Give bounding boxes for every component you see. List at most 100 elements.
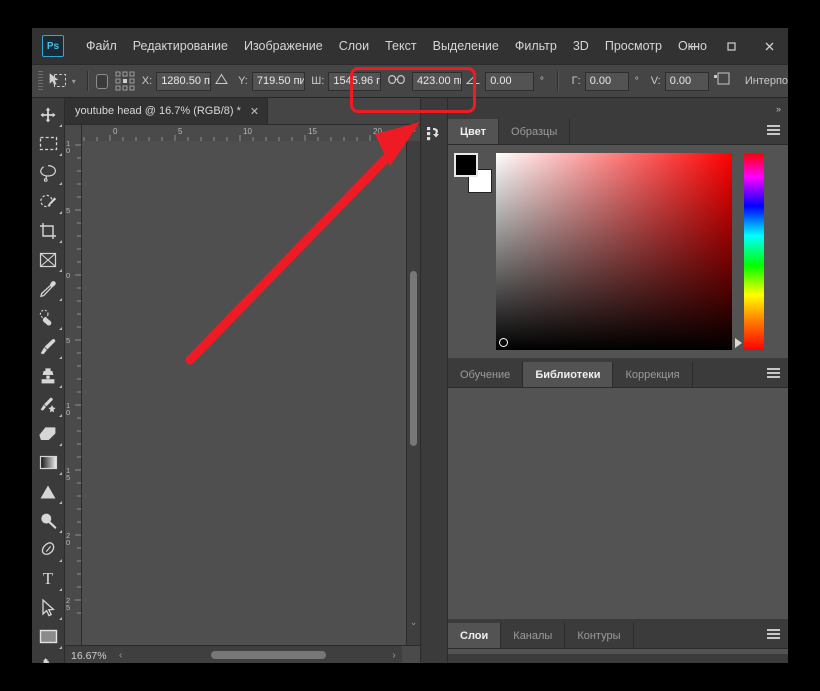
width-input[interactable]: 1545.96 г	[328, 71, 381, 91]
collapse-panels-icon[interactable]: »	[776, 104, 781, 114]
color-panel-menu-icon[interactable]	[767, 125, 780, 136]
tool-flyout-corner	[59, 443, 62, 446]
tool-flyout-corner	[59, 269, 62, 272]
layers-panel-body[interactable]	[448, 649, 788, 654]
photoshop-logo-icon: Ps	[42, 35, 64, 57]
tool-spot-healing-brush[interactable]	[32, 303, 64, 332]
history-states-button[interactable]	[421, 98, 447, 142]
angle-icon[interactable]	[465, 72, 481, 90]
tool-flyout-corner	[59, 124, 62, 127]
document-tab[interactable]: youtube head @ 16.7% (RGB/8) * ✕	[65, 98, 269, 124]
tool-move[interactable]	[32, 100, 64, 129]
menu-item-3d[interactable]: 3D	[565, 35, 597, 57]
window-controls	[674, 28, 788, 64]
auto-select-checkbox[interactable]	[95, 73, 108, 89]
delta-icon[interactable]	[215, 72, 228, 90]
tool-hand[interactable]	[32, 651, 64, 663]
tool-gradient[interactable]	[32, 448, 64, 477]
image-canvas[interactable]	[82, 141, 406, 645]
options-separator-2	[556, 71, 559, 91]
svg-text:15: 15	[308, 127, 317, 136]
tool-flyout-corner	[59, 327, 62, 330]
chevron-down-icon[interactable]: ⌄	[410, 615, 418, 629]
zoom-level-value[interactable]: 16.67%	[65, 650, 113, 662]
menu-item-filter[interactable]: Фильтр	[507, 35, 565, 57]
horizontal-ruler[interactable]: 0 5 10 15 20	[82, 125, 408, 142]
tool-rectangle[interactable]	[32, 622, 64, 651]
rotation-input[interactable]: 0.00	[485, 71, 534, 91]
chain-link-icon[interactable]	[388, 72, 405, 90]
tool-dodge[interactable]	[32, 506, 64, 535]
tool-pen[interactable]	[32, 535, 64, 564]
tab-swatches[interactable]: Образцы	[499, 119, 571, 144]
menu-item-layers[interactable]: Слои	[331, 35, 377, 57]
menu-item-image[interactable]: Изображение	[236, 35, 331, 57]
tool-eraser[interactable]	[32, 419, 64, 448]
ruler-origin-corner[interactable]	[65, 125, 82, 142]
layers-panel-menu-icon[interactable]	[767, 629, 780, 640]
foreground-color-swatch[interactable]	[454, 153, 478, 177]
reference-point-grid-icon[interactable]	[114, 70, 136, 92]
status-resize-grip[interactable]	[402, 646, 420, 663]
tool-frame[interactable]	[32, 245, 64, 274]
tool-quick-selection[interactable]	[32, 187, 64, 216]
tool-path-selection[interactable]	[32, 593, 64, 622]
canvas-status-bar: 16.67% ‹ ›	[65, 645, 420, 663]
hscroll-right-arrow-icon[interactable]: ›	[386, 650, 402, 661]
color-saturation-value-field[interactable]	[496, 153, 732, 350]
menu-bar: Ps Файл Редактирование Изображение Слои …	[32, 28, 788, 64]
svg-text:10: 10	[243, 127, 252, 136]
active-tool-icon[interactable]	[47, 70, 67, 92]
options-bar-grip[interactable]	[38, 71, 44, 91]
width-label: Ш:	[311, 75, 325, 87]
hue-slider-marker[interactable]	[735, 338, 742, 348]
warp-icon[interactable]	[713, 71, 731, 91]
tab-libraries[interactable]: Библиотеки	[523, 362, 614, 387]
tool-lasso[interactable]	[32, 158, 64, 187]
tool-flyout-corner	[59, 588, 62, 591]
svg-text:0: 0	[66, 408, 70, 417]
ruler-row: 0 5 10 15 20 ⌃	[65, 125, 420, 142]
tab-adjustments[interactable]: Коррекция	[613, 362, 693, 387]
skew-v-input[interactable]: 0.00	[664, 71, 709, 91]
height-input[interactable]: 423.00 пи	[411, 71, 463, 91]
tab-paths[interactable]: Контуры	[565, 623, 634, 648]
close-button[interactable]	[750, 28, 788, 64]
libraries-panel-menu-icon[interactable]	[767, 368, 780, 379]
hue-slider[interactable]	[735, 153, 764, 350]
menu-item-view[interactable]: Просмотр	[597, 35, 670, 57]
skew-h-input[interactable]: 0.00	[584, 71, 629, 91]
tool-eyedropper[interactable]	[32, 274, 64, 303]
hscroll-left-arrow-icon[interactable]: ‹	[113, 650, 129, 661]
tool-crop[interactable]	[32, 216, 64, 245]
canvas-vertical-scrollbar[interactable]: ⌄	[406, 141, 420, 645]
tab-color[interactable]: Цвет	[448, 119, 500, 144]
vertical-ruler[interactable]: 10 5 0 5 10 15 20 25	[65, 141, 82, 645]
tool-type[interactable]: T	[32, 564, 64, 593]
tab-layers[interactable]: Слои	[448, 623, 502, 648]
tab-learn[interactable]: Обучение	[448, 362, 524, 387]
y-input[interactable]: 719.50 пи	[251, 71, 306, 91]
libraries-panel: Обучение Библиотеки Коррекция	[448, 362, 788, 619]
horizontal-scroll-thumb[interactable]	[210, 651, 326, 659]
minimize-button[interactable]	[674, 28, 712, 64]
x-input[interactable]: 1280.50 пи	[156, 71, 212, 91]
menu-item-text[interactable]: Текст	[377, 35, 424, 57]
tool-blur[interactable]	[32, 477, 64, 506]
menu-item-select[interactable]: Выделение	[425, 35, 507, 57]
canvas-scroll-up-button[interactable]: ⌃	[407, 125, 420, 142]
tool-brush[interactable]	[32, 332, 64, 361]
canvas-horizontal-scrollbar[interactable]	[128, 646, 386, 663]
tool-rectangular-marquee[interactable]	[32, 129, 64, 158]
color-field-marker[interactable]	[499, 338, 508, 347]
tool-history-brush[interactable]	[32, 390, 64, 419]
tool-clone-stamp[interactable]	[32, 361, 64, 390]
vertical-scroll-thumb[interactable]	[410, 271, 417, 446]
menu-item-file[interactable]: Файл	[78, 35, 125, 57]
document-tab-close-icon[interactable]: ✕	[250, 105, 259, 118]
maximize-button[interactable]	[712, 28, 750, 64]
tool-preset-chevron-icon[interactable]: ▾	[68, 77, 80, 86]
menu-item-edit[interactable]: Редактирование	[125, 35, 236, 57]
libraries-panel-body[interactable]	[448, 388, 788, 619]
tab-channels[interactable]: Каналы	[501, 623, 566, 648]
